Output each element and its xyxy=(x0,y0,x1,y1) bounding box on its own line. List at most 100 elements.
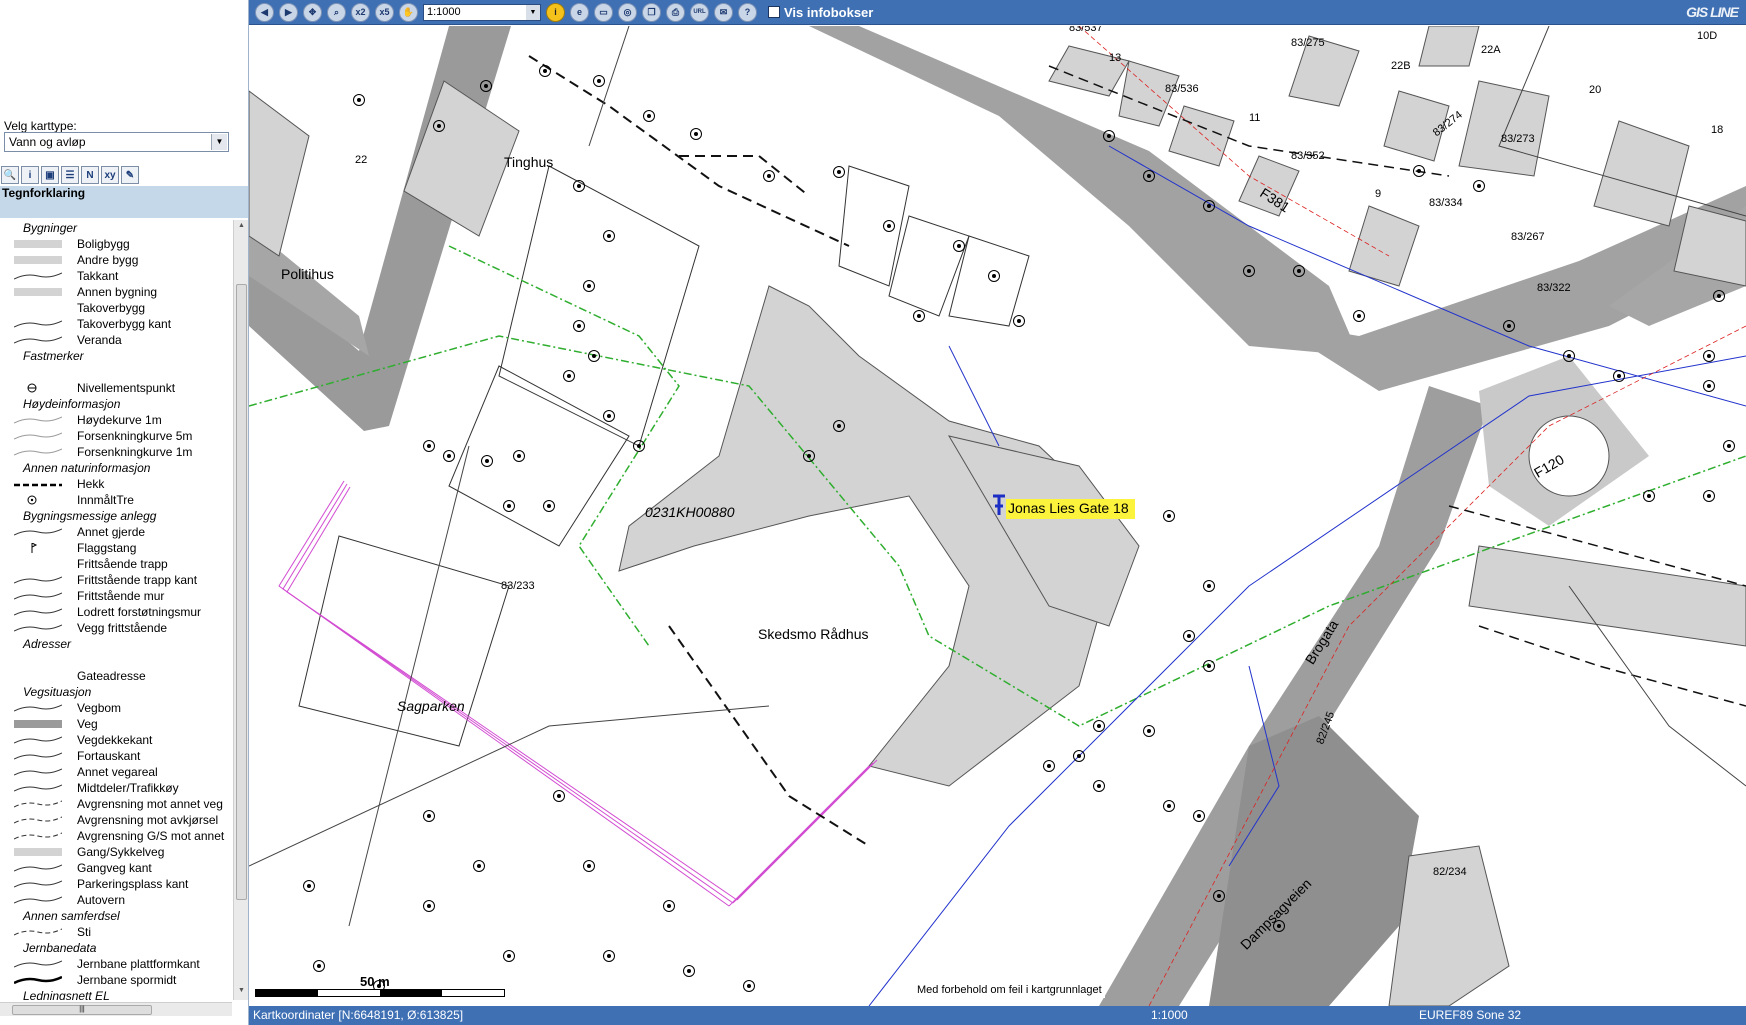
back-icon[interactable]: ◀ xyxy=(255,2,274,22)
map-label-parcel: 83/352 xyxy=(1291,150,1325,162)
layers-icon[interactable]: ☰ xyxy=(61,166,79,184)
legend-item: Boligbygg xyxy=(0,236,232,252)
zoom-icon[interactable]: 🔍 xyxy=(1,166,19,184)
tree-icon xyxy=(633,440,645,452)
tree-icon xyxy=(1473,180,1485,192)
map-label-house-number: 9 xyxy=(1375,188,1382,200)
legend-label: Annen samferdsel xyxy=(23,909,120,923)
infobox-checkbox[interactable] xyxy=(768,6,780,18)
map-label-parcel: 83/322 xyxy=(1537,282,1571,294)
legend-group: Annen naturinformasjon xyxy=(0,460,232,476)
tree-icon xyxy=(1093,780,1105,792)
chevron-down-icon[interactable]: ▼ xyxy=(211,134,227,150)
infobox-toggle[interactable]: Vis infobokser xyxy=(768,5,873,20)
scale-select[interactable]: 1:1000 ▼ xyxy=(423,3,541,21)
legend-item: Nivellementspunkt xyxy=(0,380,232,396)
legend-item: Takoverbygg kant xyxy=(0,316,232,332)
legend-item: Forsenkningkurve 5m xyxy=(0,428,232,444)
tree-icon xyxy=(988,270,1000,282)
tree-icon xyxy=(423,440,435,452)
tree-icon xyxy=(1723,440,1735,452)
legend-label: Høydeinformasjon xyxy=(23,397,121,411)
tree-icon xyxy=(1243,265,1255,277)
map-canvas[interactable]: Tinghus Politihus 0231KH00880 Skedsmo Rå… xyxy=(249,26,1746,1006)
scale-bar-graphic xyxy=(255,989,505,997)
tree-icon xyxy=(1093,720,1105,732)
chevron-down-icon[interactable]: ▼ xyxy=(526,4,540,20)
e-icon[interactable]: e xyxy=(570,2,589,22)
tree-icon xyxy=(1073,750,1085,762)
tree-icon xyxy=(443,450,455,462)
legend-label: Forsenkningkurve 5m xyxy=(77,429,193,443)
scroll-up-icon[interactable]: ▲ xyxy=(236,222,247,233)
tree-icon xyxy=(573,180,585,192)
address-pin-label[interactable]: Jonas Lies Gate 18 xyxy=(1006,499,1135,519)
tree-icon xyxy=(1703,380,1715,392)
legend-label: Bygninger xyxy=(23,221,78,235)
tree-icon xyxy=(1143,725,1155,737)
zoom-x2-icon[interactable]: x2 xyxy=(351,2,370,22)
legend-group: Jernbanedata xyxy=(0,940,232,956)
boundary-line xyxy=(679,155,810,197)
legend-label: Flaggstang xyxy=(77,541,137,555)
scroll-thumb[interactable]: ||| xyxy=(12,1005,152,1015)
gisline-logo: GIS LINE xyxy=(1686,4,1739,20)
legend-item: Fortauskant xyxy=(0,748,232,764)
zoom-x5-icon[interactable]: x5 xyxy=(375,2,394,22)
info-icon[interactable]: i xyxy=(546,2,565,22)
edit-icon[interactable]: ✎ xyxy=(121,166,139,184)
tree-icon xyxy=(543,500,555,512)
map-label-parcel: 83/267 xyxy=(1511,231,1545,243)
legend-label: Sti xyxy=(77,925,92,939)
info-icon[interactable]: i xyxy=(21,166,39,184)
scale-bar: 50 m xyxy=(255,974,505,997)
legend-item: Gang/Sykkelveg xyxy=(0,844,232,860)
tree-icon xyxy=(1163,510,1175,522)
block-outline xyxy=(298,535,510,747)
hand-icon[interactable]: ✋ xyxy=(399,2,418,22)
legend-item: Forsenkningkurve 1m xyxy=(0,444,232,460)
map-label-house-number: 18 xyxy=(1711,124,1724,136)
legend-vertical-scrollbar[interactable]: ▲ ▼ xyxy=(233,220,248,1000)
north-icon[interactable]: N xyxy=(81,166,99,184)
tree-icon xyxy=(833,166,845,178)
scroll-thumb[interactable] xyxy=(236,284,247,900)
building xyxy=(1168,105,1235,167)
tree-icon xyxy=(1613,370,1625,382)
ruler-icon[interactable]: ▭ xyxy=(594,2,613,22)
tree-icon xyxy=(473,860,485,872)
tree-icon xyxy=(643,110,655,122)
legend-label: Takoverbygg kant xyxy=(77,317,172,331)
tree-icon xyxy=(1643,490,1655,502)
pan-icon[interactable]: ✥ xyxy=(303,2,322,22)
legend-label: Autovern xyxy=(77,893,126,907)
legend-label: Gangveg kant xyxy=(77,861,152,875)
tree-icon xyxy=(1203,660,1215,672)
legend-item: Gateadresse xyxy=(0,668,232,684)
tree-icon xyxy=(313,960,325,972)
compass-icon[interactable]: ◎ xyxy=(618,2,637,22)
tree-icon xyxy=(663,900,675,912)
scroll-down-icon[interactable]: ▼ xyxy=(236,987,247,998)
copy-icon[interactable]: ❐ xyxy=(642,2,661,22)
legend-item: Vegdekkekant xyxy=(0,732,232,748)
tree-icon xyxy=(1203,580,1215,592)
help-icon[interactable]: ? xyxy=(738,2,757,22)
map-label-parcel: 83/275 xyxy=(1291,37,1325,49)
measure-icon[interactable]: ▣ xyxy=(41,166,59,184)
legend-list: Bygninger Boligbygg Andre bygg Takkant Annen… xyxy=(0,220,232,1000)
legend-label: Vegdekkekant xyxy=(77,733,153,747)
legend-horizontal-scrollbar[interactable]: ||| xyxy=(0,1002,232,1016)
building xyxy=(1458,80,1550,177)
mail-icon[interactable]: ✉ xyxy=(714,2,733,22)
legend-label: Annet vegareal xyxy=(77,765,158,779)
print-icon[interactable]: ⎙ xyxy=(666,2,685,22)
forward-icon[interactable]: ▶ xyxy=(279,2,298,22)
map-label-house-number: 22B xyxy=(1391,60,1411,72)
url-icon[interactable]: URL xyxy=(690,2,709,22)
zoom-icon[interactable]: ⌕ xyxy=(327,2,346,22)
tree-icon xyxy=(1713,290,1725,302)
legend-group: Bygninger xyxy=(0,220,232,236)
xy-icon[interactable]: xy xyxy=(101,166,119,184)
karttype-select[interactable]: Vann og avløp ▼ xyxy=(4,132,229,152)
